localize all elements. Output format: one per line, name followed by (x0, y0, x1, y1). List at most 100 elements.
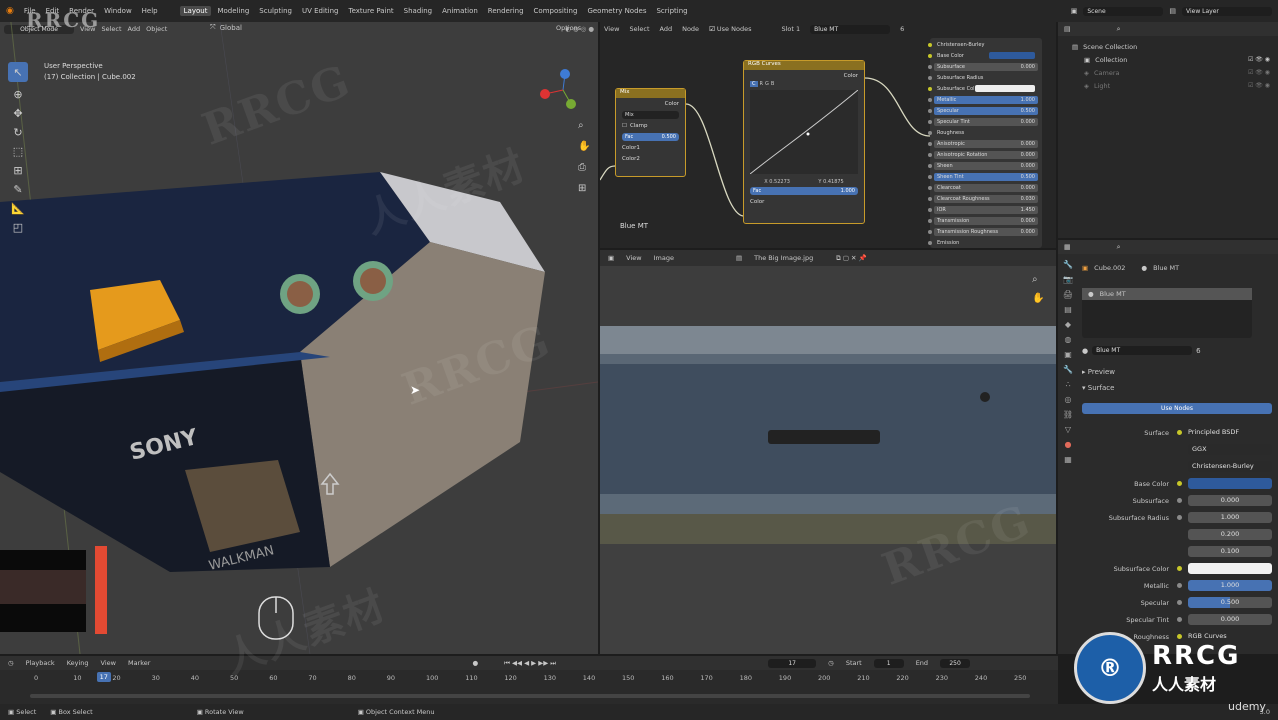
input-socket-icon[interactable] (928, 152, 932, 157)
properties-type-icon[interactable]: ▦ (1064, 243, 1071, 251)
input-socket-icon[interactable] (928, 64, 932, 69)
pan-hand-icon[interactable]: ✋ (578, 141, 590, 152)
viewport-3d[interactable]: Object Mode View Select Add Object ◐ ◍ ◎… (0, 22, 598, 654)
material-slot-list[interactable]: ● Blue MT (1082, 288, 1252, 338)
timeline-scrollbar[interactable] (30, 694, 1030, 698)
socket-dot-icon[interactable] (1177, 600, 1182, 605)
input-socket-icon[interactable] (928, 108, 932, 113)
properties-search-icon[interactable]: ⌕ (1117, 243, 1121, 252)
blender-logo-icon[interactable]: ◉ (6, 6, 14, 16)
property-row[interactable]: Subsurface Radius 1.000 (1082, 509, 1272, 526)
end-frame-field[interactable]: 250 (940, 658, 971, 668)
outliner-item[interactable]: ◈ Camera ☑ 👁 ◉ (1072, 66, 1276, 79)
image-menu-view[interactable]: View (626, 254, 641, 262)
mix-node[interactable]: Mix Color Mix ☐ Clamp Fac 0.500 Color1 Col… (615, 88, 686, 177)
tab-scripting[interactable]: Scripting (652, 6, 691, 16)
menu-render[interactable]: Render (69, 7, 94, 15)
input-socket-icon[interactable] (928, 42, 932, 47)
curve-graph[interactable] (749, 89, 859, 175)
tool-tab-icon[interactable]: 🔧 (1063, 260, 1073, 269)
socket-dot-icon[interactable] (1177, 515, 1182, 520)
bsdf-row[interactable]: Emission (928, 237, 1042, 248)
input-socket-icon[interactable] (928, 130, 932, 135)
curve-x-value[interactable]: X 0.52273 (764, 179, 790, 185)
node-editor[interactable]: View Select Add Node ☑ Use Nodes Slot 1 … (600, 22, 1056, 248)
start-frame-field[interactable]: 1 (873, 658, 904, 668)
outliner-search-icon[interactable]: ⌕ (1117, 25, 1121, 34)
bsdf-row[interactable]: Base Color (928, 50, 1042, 61)
bsdf-row[interactable]: Christensen-Burley (928, 39, 1042, 50)
input-socket-icon[interactable] (928, 174, 932, 179)
outliner-type-icon[interactable]: ▤ (1064, 25, 1071, 33)
socket-dot-icon[interactable] (1177, 498, 1182, 503)
bsdf-row[interactable]: Specular 0.500 (928, 105, 1042, 116)
rotate-tool-icon[interactable]: ↻ (13, 126, 22, 139)
property-value[interactable]: Christensen-Burley (1188, 461, 1272, 472)
render-tab-icon[interactable]: 📷 (1063, 275, 1073, 284)
material-tab-icon[interactable]: ● (1065, 440, 1072, 449)
visibility-toggle-icon[interactable]: ☑ 👁 ◉ (1248, 69, 1270, 76)
property-value[interactable]: 1.000 (1188, 512, 1272, 523)
channel-b-button[interactable]: B (771, 81, 774, 87)
preview-panel-header[interactable]: ▸ Preview (1082, 368, 1115, 376)
tab-geometry-nodes[interactable]: Geometry Nodes (583, 6, 650, 16)
visibility-toggle-icon[interactable]: ☑ 👁 ◉ (1248, 82, 1270, 89)
input-socket-icon[interactable] (928, 53, 932, 58)
scale-tool-icon[interactable]: ⬚ (13, 145, 23, 158)
property-row[interactable]: Subsurface 0.000 (1082, 492, 1272, 509)
playhead-frame[interactable]: 17 (96, 672, 111, 682)
image-tools-icon[interactable]: ⧉ ▢ ✕ 📌 (836, 254, 867, 263)
bsdf-row[interactable]: Subsurface Col (928, 83, 1042, 94)
input-socket-icon[interactable] (928, 240, 932, 245)
property-value[interactable] (1188, 563, 1272, 574)
physics-tab-icon[interactable]: ◎ (1065, 395, 1072, 404)
socket-dot-icon[interactable] (1177, 430, 1182, 435)
property-value[interactable]: 0.000 (1188, 495, 1272, 506)
mix-blend-dropdown[interactable]: Mix (622, 110, 679, 119)
clamp-checkbox[interactable]: ☐ (622, 123, 627, 129)
use-nodes-button[interactable]: Use Nodes (1082, 403, 1272, 414)
channel-r-button[interactable]: R (760, 81, 763, 87)
tab-texture-paint[interactable]: Texture Paint (345, 6, 398, 16)
input-socket-icon[interactable] (928, 229, 932, 234)
slot-item-label[interactable]: Blue MT (1100, 290, 1126, 298)
property-value[interactable] (1188, 478, 1272, 489)
property-value[interactable]: 0.100 (1188, 546, 1272, 557)
scene-selector[interactable]: Scene (1083, 6, 1164, 16)
property-row[interactable]: GGX (1082, 441, 1272, 458)
texture-tab-icon[interactable]: ▦ (1064, 455, 1072, 464)
property-value[interactable]: 0.200 (1188, 529, 1272, 540)
navigation-gizmo-icon[interactable] (535, 64, 585, 114)
property-row[interactable]: 0.100 (1082, 543, 1272, 560)
input-socket-icon[interactable] (928, 75, 932, 80)
property-row[interactable]: Specular Tint 0.000 (1082, 611, 1272, 628)
timeline-type-icon[interactable]: ◷ (8, 659, 14, 667)
menu-edit[interactable]: Edit (46, 7, 60, 15)
bsdf-row[interactable]: Anisotropic Rotation 0.000 (928, 149, 1042, 160)
view-layer-selector[interactable]: View Layer (1182, 6, 1272, 16)
bsdf-row[interactable]: Transmission Roughness 0.000 (928, 226, 1042, 237)
menu-window[interactable]: Window (104, 7, 132, 15)
bsdf-row[interactable]: Roughness (928, 127, 1042, 138)
timeline-view-menu[interactable]: View (101, 659, 116, 667)
outliner-item[interactable]: ▣ Collection ☑ 👁 ◉ (1072, 53, 1276, 66)
particles-tab-icon[interactable]: ∴ (1065, 380, 1070, 389)
subsurface-color-swatch[interactable] (975, 85, 1035, 92)
image-zoom-icon[interactable]: ⌕ (1032, 274, 1044, 285)
bsdf-row[interactable]: Subsurface Radius (928, 72, 1042, 83)
bsdf-row[interactable]: Sheen Tint 0.500 (928, 171, 1042, 182)
property-row[interactable]: Specular 0.500 (1082, 594, 1272, 611)
property-row[interactable]: 0.200 (1082, 526, 1272, 543)
playback-menu[interactable]: Playback (26, 659, 55, 667)
bsdf-row[interactable]: Metallic 1.000 (928, 94, 1042, 105)
tab-compositing[interactable]: Compositing (530, 6, 582, 16)
bsdf-row[interactable]: Anisotropic 0.000 (928, 138, 1042, 149)
camera-view-icon[interactable]: ⎙ (578, 162, 590, 173)
property-row[interactable]: Metallic 1.000 (1082, 577, 1272, 594)
tab-modeling[interactable]: Modeling (213, 6, 253, 16)
move-tool-icon[interactable]: ✥ (13, 107, 22, 120)
socket-dot-icon[interactable] (1177, 566, 1182, 571)
data-tab-icon[interactable]: ▽ (1065, 425, 1071, 434)
socket-dot-icon[interactable] (1177, 617, 1182, 622)
input-socket-icon[interactable] (928, 185, 932, 190)
